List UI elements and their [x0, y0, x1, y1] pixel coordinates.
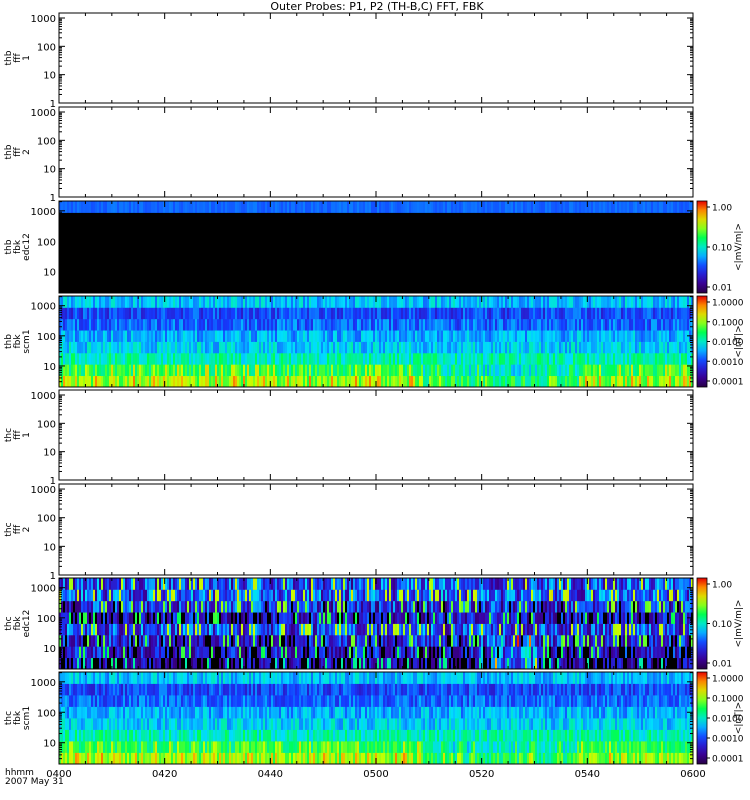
- y-tick-label: 10: [43, 71, 56, 82]
- y-tick-label: 10: [43, 268, 56, 279]
- panel-frame: [58, 12, 694, 104]
- figure-title: Outer Probes: P1, P2 (TH-B,C) FFT, FBK: [270, 0, 484, 13]
- y-tick-label: 1000: [31, 108, 56, 119]
- spectrogram-figure: Outer Probes: P1, P2 (TH-B,C) FFT, FBK 1…: [4, 0, 744, 787]
- y-tick-label: 100: [37, 42, 56, 53]
- y-tick-label: 1000: [31, 14, 56, 25]
- panel-thb-fbk-edc12: 100010010thb fbk edc121.000.100.01<|mV/m|>: [4, 200, 744, 294]
- y-tick-label: 100: [37, 136, 56, 147]
- panel-ylabel-line: edc12: [22, 233, 32, 261]
- colorbar-tick-label: 1.00: [712, 204, 732, 214]
- panel-thb-fff-2: 1000100101thb fff 2: [4, 106, 694, 204]
- panel-thb-fff-1: 1000100101thb fff 1: [4, 12, 694, 110]
- y-tick-label: 100: [37, 237, 56, 248]
- panel-ylabel-line: 2: [22, 149, 32, 155]
- y-tick-label: 10: [43, 165, 56, 176]
- colorbar-gradient: [696, 200, 708, 294]
- panel-frame: [58, 106, 694, 198]
- colorbar-tick-label: 0.01: [712, 284, 732, 294]
- panel-thb-fbk-scm1: 100010010thb fbk scm11.00000.10000.01000.0…: [4, 295, 744, 388]
- panel-ylabel-line: 1: [22, 55, 32, 61]
- y-tick-label: 1: [50, 193, 56, 204]
- panels-group: 1000100101thb fff 11000100101thb fff 2100010…: [4, 12, 744, 765]
- y-tick-label: 1000: [31, 207, 56, 218]
- colorbar: 1.00 0.10 0.01 <|mV/m|>: [696, 200, 744, 294]
- colorbar-label: <|mV/m|>: [734, 223, 744, 271]
- colorbar-tick-label: 0.10: [712, 244, 732, 254]
